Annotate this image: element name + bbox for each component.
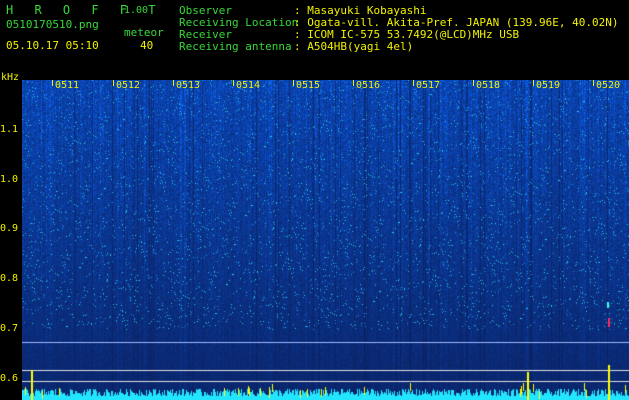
y-tick-0-8: 0.8 [0, 273, 19, 284]
app-version: 1.00 [124, 5, 149, 16]
x-tick-0519: 0519 [536, 80, 561, 91]
info-key-antenna: Receiving antenna [179, 40, 292, 53]
file-name: 0510170510.png [6, 18, 99, 31]
x-tick-mark [593, 80, 594, 86]
x-tick-0513: 0513 [176, 80, 201, 91]
y-tick-0-7: 0.7 [0, 323, 19, 334]
meteor-label: meteor [124, 26, 164, 39]
info-value-antenna: : A504HB(yagi 4el) [294, 40, 414, 53]
y-axis-unit: kHz [1, 72, 20, 83]
y-tick-1-1: 1.1 [0, 124, 19, 135]
y-tick-0-9: 0.9 [0, 223, 19, 234]
x-tick-0511: 0511 [55, 80, 80, 91]
x-tick-0516: 0516 [356, 80, 381, 91]
x-tick-mark [233, 80, 234, 86]
x-tick-0520: 0520 [596, 80, 621, 91]
x-tick-mark [533, 80, 534, 86]
x-tick-mark [52, 80, 53, 86]
x-tick-0514: 0514 [236, 80, 261, 91]
x-tick-0517: 0517 [416, 80, 441, 91]
x-tick-0518: 0518 [476, 80, 501, 91]
x-tick-mark [473, 80, 474, 86]
y-tick-0-6: 0.6 [0, 373, 19, 384]
spectrogram-plot [22, 80, 629, 400]
x-tick-mark [113, 80, 114, 86]
x-tick-mark [413, 80, 414, 86]
y-tick-1-0: 1.0 [0, 174, 19, 185]
meteor-count: 40 [140, 39, 154, 52]
file-datetime: 05.10.17 05:10 [6, 39, 99, 52]
x-tick-0512: 0512 [116, 80, 141, 91]
x-tick-mark [173, 80, 174, 86]
x-tick-0515: 0515 [296, 80, 321, 91]
header-panel: H R O F F T 1.00 0510170510.png meteor 0… [0, 0, 629, 80]
spectrogram-canvas [22, 80, 629, 400]
x-tick-mark [353, 80, 354, 86]
x-tick-mark [293, 80, 294, 86]
